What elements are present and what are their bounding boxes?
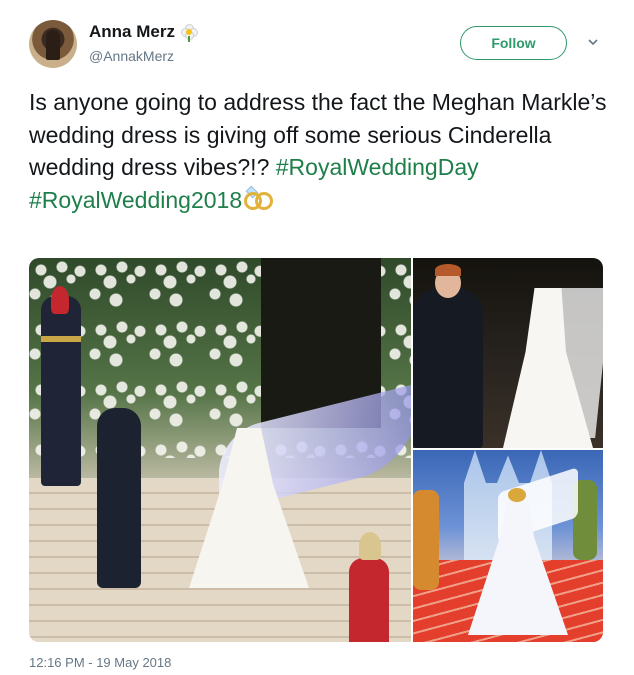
display-name[interactable]: Anna Merz: [89, 22, 175, 42]
wedding-steps-photo[interactable]: [29, 258, 411, 642]
wedding-rings-icon: [242, 185, 278, 212]
daisy-flower-icon: [180, 24, 198, 42]
couple-closeup-photo[interactable]: [413, 258, 603, 448]
name-row: Anna Merz: [89, 22, 198, 42]
tweet-text: Is anyone going to address the fact the …: [29, 86, 619, 216]
tweet-timestamp[interactable]: 12:16 PM - 19 May 2018: [29, 655, 171, 670]
media-grid: [29, 258, 603, 642]
chevron-down-icon[interactable]: [587, 36, 599, 48]
hashtag-royalwedding2018[interactable]: #RoyalWedding2018: [29, 187, 242, 213]
follow-button[interactable]: Follow: [460, 26, 567, 60]
avatar-figure: [46, 30, 60, 60]
user-handle[interactable]: @AnnakMerz: [89, 48, 174, 64]
avatar[interactable]: [29, 20, 77, 68]
cinderella-animation-still[interactable]: [413, 450, 603, 642]
hashtag-royalweddingday[interactable]: #RoyalWeddingDay: [276, 154, 479, 180]
